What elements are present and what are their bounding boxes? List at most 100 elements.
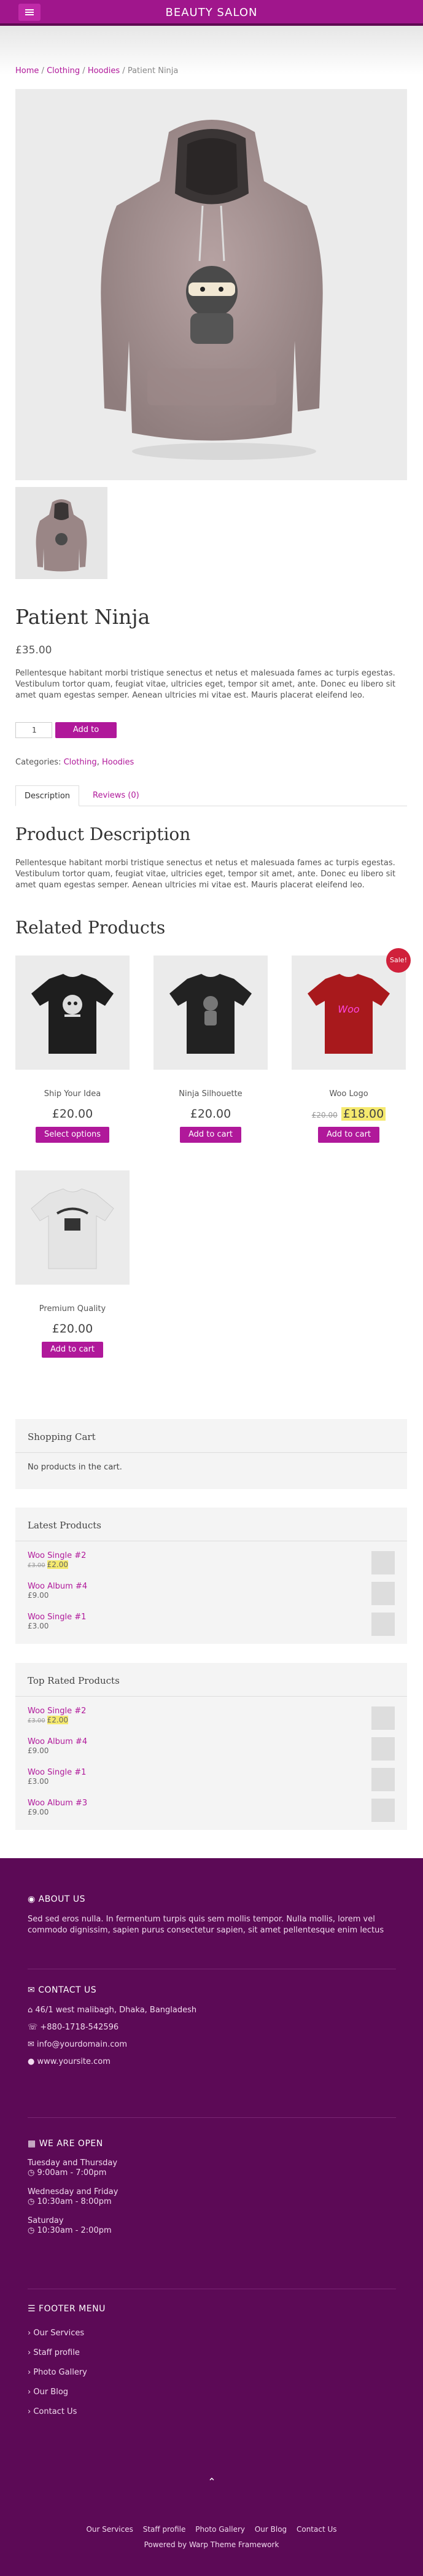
product-price: £3.00: [28, 1777, 49, 1786]
product-image[interactable]: [15, 955, 130, 1070]
product-link[interactable]: Woo Album #4: [28, 1582, 87, 1591]
footer-menu-item[interactable]: › Our Services: [28, 2324, 396, 2343]
cd-thumbnail-icon[interactable]: [371, 1551, 395, 1574]
product-price: £20.00: [52, 1107, 93, 1121]
list-item: Woo Album #4 £9.00: [28, 1737, 395, 1768]
clock-icon: ◷: [28, 2197, 37, 2206]
add-to-cart-button[interactable]: Add to cart: [179, 1127, 242, 1143]
product-name[interactable]: Woo Logo: [292, 1089, 406, 1099]
add-to-cart-button[interactable]: Add to cart: [55, 722, 117, 750]
product-short-description: Pellentesque habitant morbi tristique se…: [15, 669, 396, 700]
old-price: £3.00: [28, 1562, 45, 1569]
email-text[interactable]: info@yourdomain.com: [37, 2040, 127, 2049]
widget-title: Shopping Cart: [28, 1431, 96, 1442]
chevron-right-icon: ›: [28, 2348, 34, 2357]
tshirt-image: [31, 974, 114, 1054]
quantity-input[interactable]: 1: [15, 722, 52, 738]
bottom-link[interactable]: Contact Us: [297, 2525, 337, 2534]
breadcrumb: Home / Clothing / Hoodies / Patient Ninj…: [15, 66, 178, 76]
product-price: £20.00: [52, 1322, 93, 1336]
latest-products-widget: Latest Products Woo Single #2 £3.00 £2.00 …: [15, 1508, 407, 1644]
hours-days: Saturday: [28, 2216, 64, 2225]
sale-price: £18.00: [341, 1107, 386, 1121]
widget-title: Latest Products: [28, 1520, 101, 1531]
product-link[interactable]: Woo Single #2: [28, 1551, 86, 1560]
divider: [15, 1696, 407, 1697]
product-link[interactable]: Woo Album #4: [28, 1737, 87, 1746]
product-name[interactable]: Premium Quality: [15, 1304, 130, 1313]
product-main-image[interactable]: [15, 89, 407, 480]
list-icon: ☰: [28, 2304, 39, 2314]
product-image[interactable]: [15, 1170, 130, 1285]
about-text: Sed sed eros nulla. In fermentum turpis …: [28, 1915, 384, 1935]
footer-menu-item[interactable]: › Photo Gallery: [28, 2363, 396, 2383]
product-price: £20.00: [190, 1107, 231, 1121]
breadcrumb-clothing[interactable]: Clothing: [47, 66, 80, 76]
product-link[interactable]: Woo Single #2: [28, 1706, 86, 1716]
footer-bottom-links: Our Services Staff profile Photo Gallery…: [0, 2525, 423, 2534]
calendar-icon: ▦: [28, 2139, 39, 2149]
footer-menu-item[interactable]: › Our Blog: [28, 2383, 396, 2402]
chevron-right-icon: ›: [28, 2368, 34, 2377]
tab-reviews[interactable]: Reviews (0): [84, 785, 148, 806]
bottom-link[interactable]: Our Services: [86, 2525, 133, 2534]
category-clothing[interactable]: Clothing: [64, 758, 97, 767]
envelope-icon: ✉: [28, 1985, 39, 1995]
product-price: £20.00 £18.00: [292, 1107, 406, 1121]
globe-icon: ●: [28, 2057, 37, 2066]
hours-days: Tuesday and Thursday: [28, 2158, 118, 2168]
footer-menu-item[interactable]: › Staff profile: [28, 2343, 396, 2363]
site-title[interactable]: BEAUTY SALON: [0, 6, 423, 19]
footer-menu-item[interactable]: › Contact Us: [28, 2402, 396, 2422]
add-to-cart-button[interactable]: Add to cart: [41, 1342, 104, 1358]
cd-thumbnail-icon[interactable]: [371, 1768, 395, 1791]
cd-thumbnail-icon[interactable]: [371, 1706, 395, 1730]
product-name[interactable]: Ship Your Idea: [15, 1089, 130, 1099]
add-to-cart-button[interactable]: Add to cart: [317, 1127, 380, 1143]
footer-contact: ✉ CONTACT US ⌂ 46/1 west malibagh, Dhaka…: [28, 1985, 396, 2074]
list-item: Woo Album #4 £9.00: [28, 1582, 395, 1613]
footer-divider: [28, 2117, 396, 2118]
breadcrumb-hoodies[interactable]: Hoodies: [88, 66, 120, 76]
product-categories: Categories: Clothing, Hoodies: [15, 758, 134, 767]
description-heading: Product Description: [15, 824, 191, 844]
cd-thumbnail-icon[interactable]: [371, 1582, 395, 1605]
chevron-up-icon[interactable]: ⌃: [205, 2476, 219, 2489]
bottom-link[interactable]: Photo Gallery: [195, 2525, 245, 2534]
breadcrumb-sep: /: [122, 66, 125, 76]
sale-price: £2.00: [47, 1716, 68, 1724]
bottom-link[interactable]: Our Blog: [255, 2525, 287, 2534]
product-link[interactable]: Woo Album #3: [28, 1799, 87, 1808]
product-image[interactable]: Woo: [292, 955, 406, 1070]
description-text: Pellentesque habitant morbi tristique se…: [15, 858, 396, 890]
cd-thumbnail-icon[interactable]: [371, 1737, 395, 1761]
product-link[interactable]: Woo Single #1: [28, 1768, 86, 1777]
product-image[interactable]: [153, 955, 268, 1070]
site-text[interactable]: www.yoursite.com: [37, 2057, 110, 2066]
tab-description[interactable]: Description: [15, 785, 80, 806]
footer-heading-text: FOOTER MENU: [39, 2304, 106, 2314]
chevron-right-icon: ›: [28, 2407, 34, 2416]
product-link[interactable]: Woo Single #1: [28, 1613, 86, 1622]
shopping-cart-widget: Shopping Cart No products in the cart.: [15, 1419, 407, 1489]
category-hoodies[interactable]: Hoodies: [102, 758, 134, 767]
address-text: 46/1 west malibagh, Dhaka, Bangladesh: [35, 2006, 197, 2015]
time-text: 10:30am - 2:00pm: [37, 2226, 112, 2235]
list-item: Woo Single #1 £3.00: [28, 1613, 395, 1643]
bottom-link[interactable]: Staff profile: [143, 2525, 186, 2534]
cart-empty-text: No products in the cart.: [28, 1463, 122, 1472]
hoodie-image: [101, 120, 323, 460]
product-name[interactable]: Ninja Silhouette: [153, 1089, 268, 1099]
footer-heading-text: CONTACT US: [38, 1985, 97, 1995]
menu-item-label: Staff profile: [33, 2348, 80, 2357]
cd-thumbnail-icon[interactable]: [371, 1799, 395, 1822]
related-product: Ninja Silhouette £20.00 Add to cart: [153, 955, 268, 1143]
related-product: Premium Quality £20.00 Add to cart: [15, 1170, 130, 1358]
select-options-button[interactable]: Select options: [35, 1127, 110, 1143]
clock-icon: ◷: [28, 2226, 37, 2235]
footer-heading-text: WE ARE OPEN: [39, 2139, 103, 2149]
cd-thumbnail-icon[interactable]: [371, 1613, 395, 1636]
breadcrumb-home[interactable]: Home: [15, 66, 39, 76]
phone-text: +880-1718-542596: [40, 2023, 119, 2032]
product-thumbnail[interactable]: [15, 487, 107, 579]
